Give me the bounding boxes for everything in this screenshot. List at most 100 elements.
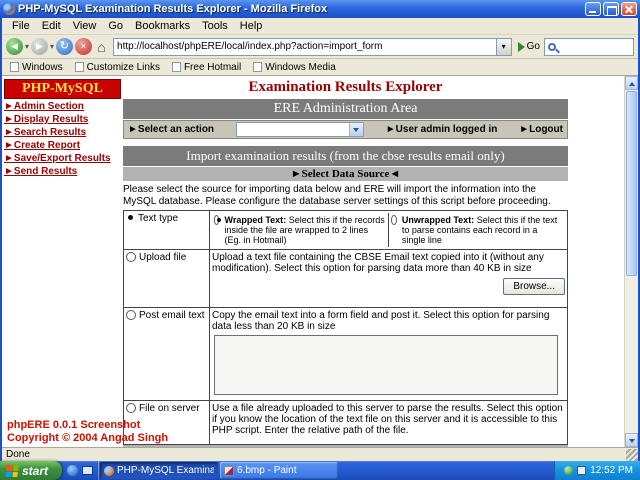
bookmark-customize-links[interactable]: Customize Links bbox=[74, 62, 160, 73]
maximize-button[interactable] bbox=[603, 2, 619, 16]
footer-line2: Copyright © 2004 Angad Singh bbox=[7, 432, 169, 444]
bookmark-windows-media[interactable]: Windows Media bbox=[253, 62, 336, 73]
import-header-bar: Import examination results (from the cbs… bbox=[123, 146, 568, 166]
browse-button[interactable]: Browse... bbox=[503, 278, 565, 295]
sidebar-item-display-results[interactable]: ►Display Results bbox=[4, 112, 121, 125]
scroll-up-button[interactable] bbox=[625, 76, 638, 90]
action-select[interactable] bbox=[235, 122, 364, 137]
menu-edit[interactable]: Edit bbox=[36, 19, 67, 33]
task-label: 6.bmp - Paint bbox=[237, 465, 297, 476]
bookmark-label: Free Hotmail bbox=[183, 61, 242, 73]
file-on-server-radio[interactable] bbox=[126, 403, 136, 413]
logout-link[interactable]: ►Logout bbox=[519, 124, 563, 135]
address-dropdown-icon[interactable]: ▾ bbox=[495, 38, 511, 55]
select-data-source-bar: ►Select Data Source◄ bbox=[123, 167, 568, 181]
bookmark-label: Windows Media bbox=[265, 61, 336, 73]
minimize-button[interactable] bbox=[585, 2, 601, 16]
upload-file-radio[interactable] bbox=[126, 252, 136, 262]
firefox-icon bbox=[104, 465, 115, 476]
task-label: PHP-MySQL Examinat... bbox=[117, 465, 215, 476]
search-input[interactable] bbox=[544, 37, 634, 56]
chevron-down-icon[interactable] bbox=[348, 123, 363, 136]
bookmark-icon bbox=[74, 62, 84, 72]
intro-text: Please select the source for importing d… bbox=[123, 184, 551, 207]
clock[interactable]: 12:52 PM bbox=[590, 465, 633, 476]
sidebar-item-search-results[interactable]: ►Search Results bbox=[4, 125, 121, 138]
resize-grip[interactable] bbox=[626, 448, 638, 461]
close-button[interactable] bbox=[621, 2, 637, 16]
taskbar-task-firefox[interactable]: PHP-MySQL Examinat... bbox=[100, 462, 219, 479]
post-email-radio[interactable] bbox=[126, 310, 136, 320]
wrapped-text-radio[interactable] bbox=[214, 215, 222, 225]
post-email-desc: Copy the email text into a form field an… bbox=[212, 310, 550, 332]
sidebar-header: PHP-MySQL bbox=[4, 79, 121, 99]
home-button[interactable]: ⌂ bbox=[94, 39, 109, 55]
post-email-cell: Copy the email text into a form field an… bbox=[209, 307, 568, 401]
select-action-label: ►Select an action bbox=[128, 124, 215, 135]
browser-icon[interactable] bbox=[67, 465, 79, 476]
taskbar: start PHP-MySQL Examinat... 6.bmp - Pain… bbox=[0, 461, 640, 480]
stop-button[interactable]: × bbox=[75, 38, 93, 55]
url-text[interactable]: http://localhost/phpERE/local/index.php?… bbox=[114, 41, 496, 52]
menu-go[interactable]: Go bbox=[102, 19, 129, 33]
volume-icon[interactable] bbox=[577, 466, 587, 475]
menu-bookmarks[interactable]: Bookmarks bbox=[129, 19, 196, 33]
upload-file-label: Upload file bbox=[139, 252, 187, 263]
menu-tools[interactable]: Tools bbox=[196, 19, 234, 33]
upload-file-cell: Upload a text file containing the CBSE E… bbox=[209, 249, 568, 308]
bullet-icon bbox=[128, 215, 133, 220]
page-sidebar: PHP-MySQL ►Admin Section ►Display Result… bbox=[4, 79, 121, 177]
page-title: Examination Results Explorer bbox=[248, 79, 443, 95]
text-type-label-cell: Text type bbox=[123, 210, 210, 250]
vertical-scrollbar[interactable] bbox=[624, 76, 638, 447]
sidebar-item-create-report[interactable]: ►Create Report bbox=[4, 138, 121, 151]
messenger-icon[interactable] bbox=[564, 466, 574, 475]
bookmark-icon bbox=[171, 62, 181, 72]
taskbar-task-paint[interactable]: 6.bmp - Paint bbox=[220, 462, 339, 479]
browser-chrome: File Edit View Go Bookmarks Tools Help ◀… bbox=[0, 18, 640, 461]
table-row: Text type Wrapped Text: Select this if t… bbox=[123, 210, 568, 250]
table-row: Post email text Copy the email text into… bbox=[123, 307, 568, 401]
menu-file[interactable]: File bbox=[6, 19, 36, 33]
wrapped-text-option[interactable]: Wrapped Text: Select this if the records… bbox=[212, 213, 388, 247]
address-bar[interactable]: http://localhost/phpERE/local/index.php?… bbox=[113, 37, 512, 56]
back-dropdown-icon[interactable]: ▾ bbox=[25, 42, 29, 51]
status-bar: Done bbox=[2, 447, 638, 461]
go-arrow-icon bbox=[517, 41, 525, 52]
sidebar-item-save-export-results[interactable]: ►Save/Export Results bbox=[4, 151, 121, 164]
file-on-server-cell: Use a file already uploaded to this serv… bbox=[209, 400, 568, 445]
table-row: Upload file Upload a text file containin… bbox=[123, 249, 568, 308]
menu-view[interactable]: View bbox=[67, 19, 103, 33]
unwrapped-text-option[interactable]: Unwrapped Text: Select this if the text … bbox=[388, 213, 565, 247]
email-text-area[interactable] bbox=[214, 335, 558, 395]
table-row: File on server Use a file already upload… bbox=[123, 400, 568, 445]
show-desktop-icon[interactable] bbox=[82, 466, 94, 475]
user-logged-in-label: ►User admin logged in bbox=[385, 124, 498, 135]
start-button[interactable]: start bbox=[0, 461, 63, 480]
scroll-down-button[interactable] bbox=[625, 433, 638, 447]
sidebar-item-admin-section[interactable]: ►Admin Section bbox=[4, 99, 121, 112]
back-button[interactable]: ◀ bbox=[6, 38, 23, 55]
unwrapped-text-radio[interactable] bbox=[391, 215, 397, 225]
forward-button[interactable]: ▶ bbox=[31, 38, 49, 55]
browser-viewport: PHP-MySQL ►Admin Section ►Display Result… bbox=[2, 76, 638, 447]
start-label: start bbox=[22, 463, 49, 478]
window-titlebar[interactable]: PHP-MySQL Examination Results Explorer -… bbox=[0, 0, 640, 18]
search-icon bbox=[548, 42, 556, 51]
sidebar-item-send-results[interactable]: ►Send Results bbox=[4, 164, 121, 177]
file-on-server-label: File on server bbox=[139, 403, 200, 414]
firefox-icon bbox=[3, 3, 15, 15]
reload-button[interactable]: ↻ bbox=[56, 38, 74, 55]
forward-dropdown-icon[interactable]: ▾ bbox=[50, 42, 54, 51]
go-label: Go bbox=[526, 41, 540, 52]
menu-help[interactable]: Help bbox=[234, 19, 269, 33]
go-button[interactable]: Go bbox=[516, 41, 542, 52]
wrapped-text-title: Wrapped Text: bbox=[224, 215, 287, 225]
menu-bar: File Edit View Go Bookmarks Tools Help bbox=[2, 18, 638, 35]
upload-file-label-cell: Upload file bbox=[123, 249, 210, 308]
bookmark-free-hotmail[interactable]: Free Hotmail bbox=[171, 61, 242, 73]
status-text: Done bbox=[6, 449, 30, 460]
data-source-table: Text type Wrapped Text: Select this if t… bbox=[123, 210, 568, 445]
bookmark-windows[interactable]: Windows bbox=[10, 62, 63, 73]
scrollbar-thumb[interactable] bbox=[626, 91, 637, 276]
